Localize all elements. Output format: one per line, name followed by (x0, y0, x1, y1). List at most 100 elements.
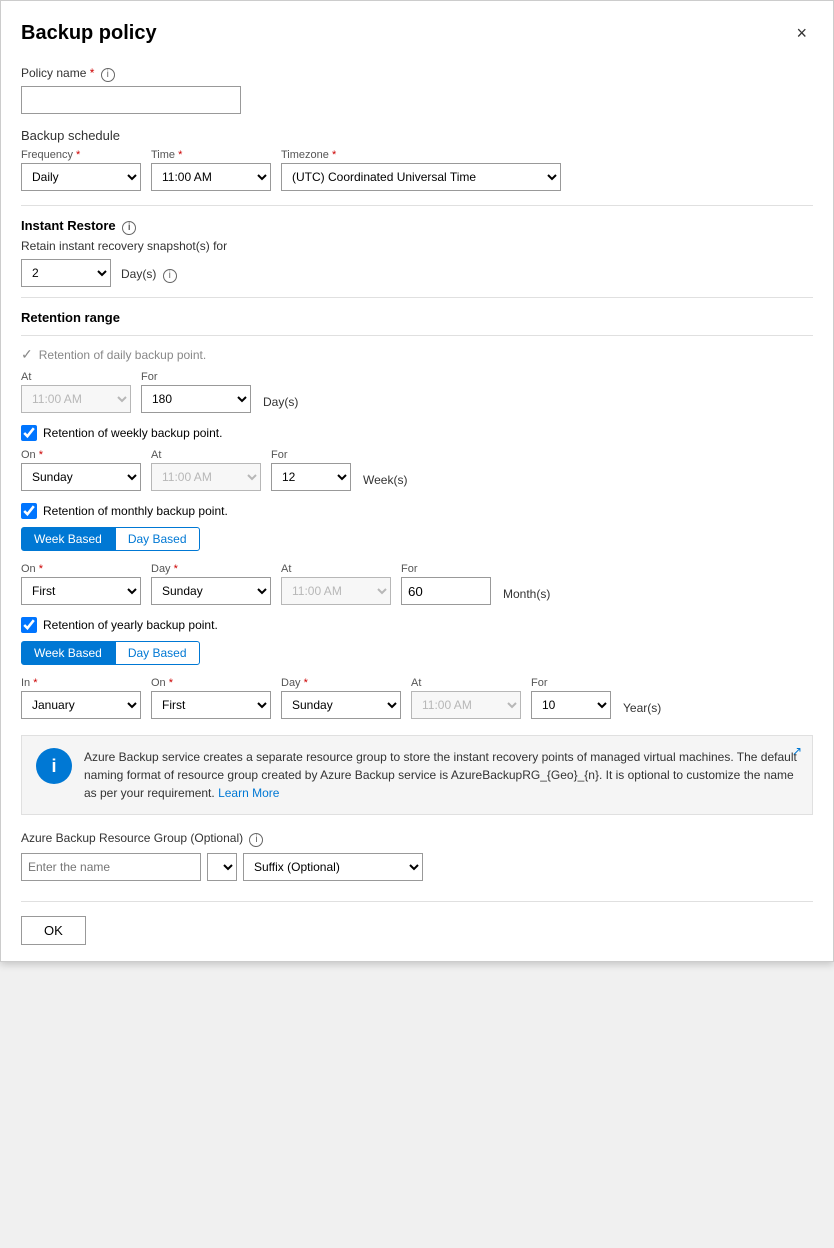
daily-checkmark-row: ✓ Retention of daily backup point. (21, 346, 813, 363)
monthly-retention: Retention of monthly backup point. Week … (21, 503, 813, 605)
resource-group-label: Azure Backup Resource Group (Optional) i (21, 831, 813, 847)
resource-group-connector[interactable]: n (207, 853, 237, 881)
yearly-at-select: 11:00 AM (411, 691, 521, 719)
yearly-day-col: Day * SundayMondayTuesday WednesdayThurs… (281, 677, 401, 719)
yearly-week-based-tab[interactable]: Week Based (21, 641, 115, 665)
instant-restore-info-icon[interactable]: i (122, 221, 136, 235)
resource-group-section: Azure Backup Resource Group (Optional) i… (21, 831, 813, 881)
retention-range-label: Retention range (21, 310, 813, 325)
weekly-checkbox[interactable] (21, 425, 37, 441)
policy-name-info-icon[interactable]: i (101, 68, 115, 82)
yearly-checkbox-row: Retention of yearly backup point. (21, 617, 813, 633)
weekly-at-select: 11:00 AM (151, 463, 261, 491)
resource-group-suffix-select[interactable]: Suffix (Optional) (243, 853, 423, 881)
yearly-day-based-tab[interactable]: Day Based (115, 641, 200, 665)
ok-button[interactable]: OK (21, 916, 86, 945)
yearly-at-label: At (411, 677, 521, 689)
resource-group-inputs: n Suffix (Optional) (21, 853, 813, 881)
weekly-row: On * SundayMondayTuesday WednesdayThursd… (21, 449, 813, 491)
monthly-week-based-tab[interactable]: Week Based (21, 527, 115, 551)
timezone-select[interactable]: (UTC) Coordinated Universal Time (281, 163, 561, 191)
monthly-day-label: Day * (151, 563, 271, 575)
yearly-on-col: On * FirstSecondThirdFourthLast (151, 677, 271, 719)
daily-for-col: For 180 (141, 371, 251, 413)
daily-retention-label: Retention of daily backup point. (39, 348, 206, 362)
retention-divider (21, 335, 813, 336)
retain-label: Retain instant recovery snapshot(s) for (21, 239, 813, 253)
monthly-for-label: For (401, 563, 491, 575)
daily-retention: ✓ Retention of daily backup point. At 11… (21, 346, 813, 413)
yearly-day-select[interactable]: SundayMondayTuesday WednesdayThursdayFri… (281, 691, 401, 719)
retention-range-section: Retention range ✓ Retention of daily bac… (21, 297, 813, 719)
resource-group-name-input[interactable] (21, 853, 201, 881)
backup-schedule-section: Backup schedule Frequency * Daily Weekly… (21, 128, 813, 191)
weekly-for-select[interactable]: 12 (271, 463, 351, 491)
time-col: Time * 11:00 AM 12:00 PM (151, 149, 271, 191)
yearly-on-label: On * (151, 677, 271, 689)
weekly-on-select[interactable]: SundayMondayTuesday WednesdayThursdayFri… (21, 463, 141, 491)
monthly-at-col: At 11:00 AM (281, 563, 391, 605)
yearly-unit: Year(s) (623, 701, 661, 715)
time-select[interactable]: 11:00 AM 12:00 PM (151, 163, 271, 191)
weekly-checkbox-row: Retention of weekly backup point. (21, 425, 813, 441)
snapshot-days-select[interactable]: 2 1 3 4 5 (21, 259, 111, 287)
monthly-on-label: On * (21, 563, 141, 575)
yearly-in-select[interactable]: JanuaryFebruaryMarchApril MayJuneJulyAug… (21, 691, 141, 719)
backup-schedule-label: Backup schedule (21, 128, 813, 143)
learn-more-link[interactable]: Learn More (218, 786, 279, 800)
monthly-at-label: At (281, 563, 391, 575)
monthly-for-input[interactable] (401, 577, 491, 605)
monthly-tab-group: Week Based Day Based (21, 527, 813, 551)
days-info-icon[interactable]: i (163, 269, 177, 283)
panel-title: Backup policy (21, 22, 157, 45)
instant-restore-row: 2 1 3 4 5 Day(s) i (21, 259, 813, 287)
daily-unit: Day(s) (263, 395, 298, 409)
ok-section: OK (21, 901, 813, 945)
monthly-unit: Month(s) (503, 587, 550, 601)
external-link-icon[interactable]: ↗ (792, 744, 802, 758)
monthly-on-select[interactable]: FirstSecondThirdFourthLast (21, 577, 141, 605)
policy-name-section: Policy name * i (21, 66, 813, 114)
yearly-day-label: Day * (281, 677, 401, 689)
weekly-at-label: At (151, 449, 261, 461)
monthly-row: On * FirstSecondThirdFourthLast Day * Su… (21, 563, 813, 605)
frequency-col: Frequency * Daily Weekly (21, 149, 141, 191)
monthly-checkbox[interactable] (21, 503, 37, 519)
weekly-on-label: On * (21, 449, 141, 461)
daily-row: At 11:00 AM For 180 Day(s) (21, 371, 813, 413)
policy-name-input[interactable] (21, 86, 241, 114)
daily-at-label: At (21, 371, 131, 383)
info-box-icon: i (36, 748, 72, 784)
yearly-for-select[interactable]: 10 (531, 691, 611, 719)
time-label: Time * (151, 149, 271, 161)
timezone-col: Timezone * (UTC) Coordinated Universal T… (281, 149, 561, 191)
monthly-day-col: Day * SundayMondayTuesday WednesdayThurs… (151, 563, 271, 605)
monthly-checkbox-row: Retention of monthly backup point. (21, 503, 813, 519)
weekly-unit: Week(s) (363, 473, 407, 487)
daily-for-select[interactable]: 180 (141, 385, 251, 413)
close-button[interactable]: × (790, 21, 813, 46)
frequency-select[interactable]: Daily Weekly (21, 163, 141, 191)
daily-check-icon: ✓ (21, 346, 33, 363)
monthly-day-based-tab[interactable]: Day Based (115, 527, 200, 551)
monthly-retention-label: Retention of monthly backup point. (43, 504, 228, 518)
monthly-for-col: For (401, 563, 491, 605)
yearly-for-col: For 10 (531, 677, 611, 719)
monthly-on-col: On * FirstSecondThirdFourthLast (21, 563, 141, 605)
weekly-retention: Retention of weekly backup point. On * S… (21, 425, 813, 491)
frequency-label: Frequency * (21, 149, 141, 161)
yearly-checkbox[interactable] (21, 617, 37, 633)
yearly-for-label: For (531, 677, 611, 689)
yearly-on-select[interactable]: FirstSecondThirdFourthLast (151, 691, 271, 719)
info-box-text: Azure Backup service creates a separate … (84, 748, 798, 802)
monthly-day-select[interactable]: SundayMondayTuesday WednesdayThursdayFri… (151, 577, 271, 605)
weekly-for-col: For 12 (271, 449, 351, 491)
daily-for-label: For (141, 371, 251, 383)
policy-name-label: Policy name * i (21, 66, 813, 82)
yearly-in-label: In * (21, 677, 141, 689)
backup-schedule-row: Frequency * Daily Weekly Time * 11:00 AM… (21, 149, 813, 191)
resource-group-info-icon[interactable]: i (249, 833, 263, 847)
yearly-tab-group: Week Based Day Based (21, 641, 813, 665)
yearly-retention-label: Retention of yearly backup point. (43, 618, 218, 632)
weekly-for-label: For (271, 449, 351, 461)
